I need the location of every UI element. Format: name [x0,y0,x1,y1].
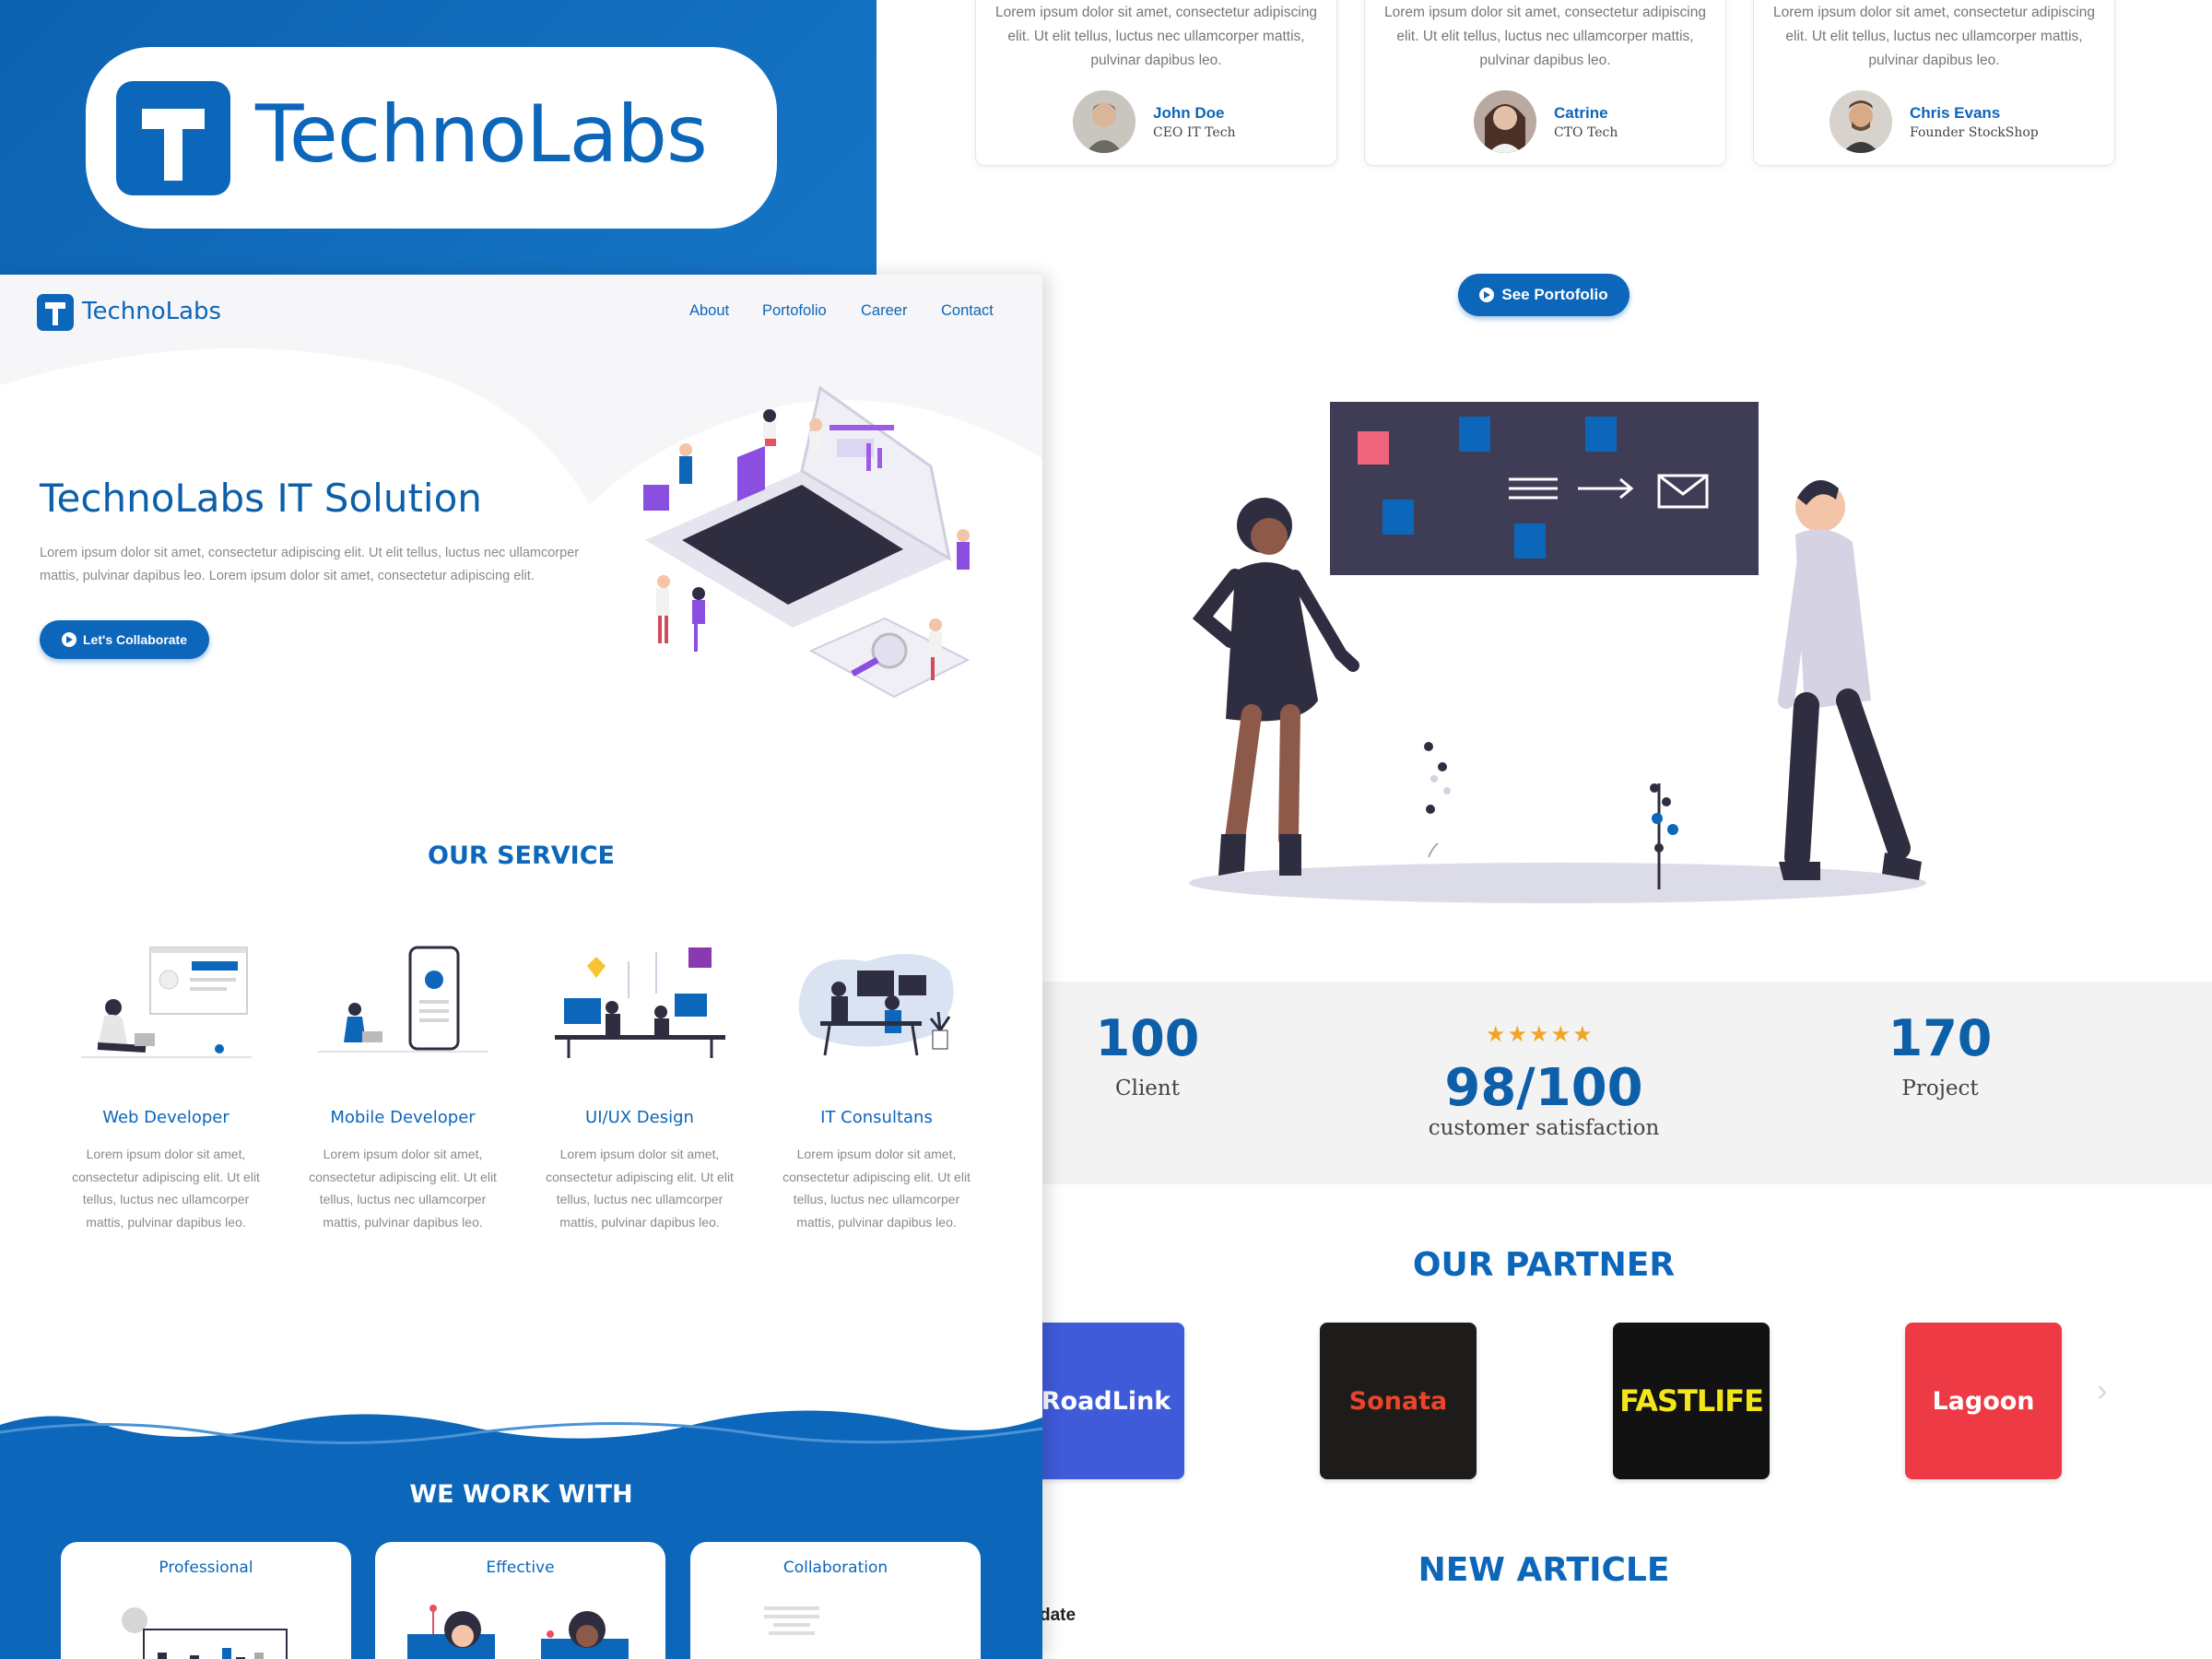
testimonial-role: CTO Tech [1554,125,1618,140]
client-label: Client [1115,1077,1180,1100]
nav-career[interactable]: Career [861,302,907,320]
star-icon: ★ [1486,1022,1508,1047]
testimonial-card: Lorem ipsum dolor sit amet, consectetur … [1753,0,2115,166]
project-count: 170 [1888,1009,1993,1067]
testimonial-quote: Lorem ipsum dolor sit amet, consectetur … [1384,5,1706,68]
brand-name: TechnoLabs [255,88,708,181]
collaboration-illustration [764,1606,819,1635]
see-portfolio-button[interactable]: See Portofolio [1458,274,1630,316]
effective-illustration [407,1605,629,1659]
it-consultans-illustration [798,954,954,1056]
logo-icon[interactable] [37,294,74,331]
testimonial-name: John Doe [1153,104,1225,122]
work-card-title: Professional [159,1559,253,1577]
service-desc-uiux: Lorem ipsum dolor sit amet, consectetur … [546,1147,734,1230]
client-count: 100 [1095,1009,1200,1067]
site-logo-text[interactable]: TechnoLabs [82,298,221,325]
brand-banner: TechnoLabs [0,0,877,276]
partner-logo-lagoon[interactable]: Lagoon [1905,1323,2062,1479]
nav-about[interactable]: About [689,302,729,320]
chevron-right-icon[interactable]: › [2097,1373,2107,1409]
service-desc-mobile: Lorem ipsum dolor sit amet, consectetur … [309,1147,497,1230]
partner-name: RoadLink [1041,1386,1171,1416]
testimonial-quote: Lorem ipsum dolor sit amet, consectetur … [995,5,1317,68]
project-label: Project [1901,1077,1979,1100]
star-icon: ★ [1529,1022,1551,1047]
article-section-title: NEW ARTICLE [1418,1551,1670,1589]
partner-logo-roadlink[interactable]: RoadLink [1028,1323,1184,1479]
collaborate-button[interactable]: Let's Collaborate [40,620,209,659]
hero-description: Lorem ipsum dolor sit amet, consectetur … [40,546,580,583]
logo-icon [116,81,230,195]
satisfaction-label: customer satisfaction [1428,1116,1660,1140]
work-card-collaboration: Collaboration [690,1542,981,1659]
avatar [1073,90,1135,153]
work-card-effective: Effective [375,1542,665,1659]
work-card-title: Collaboration [782,1559,888,1577]
partner-name: FASTLIFE [1619,1383,1764,1418]
service-name-mobile: Mobile Developer [330,1108,476,1127]
partner-logo-fastlife[interactable]: FASTLIFE [1613,1323,1770,1479]
testimonial-card: Lorem ipsum dolor sit amet, consectetur … [1364,0,1726,166]
arrow-circle-icon [1479,288,1495,302]
uiux-design-illustration [555,947,725,1058]
avatar [1830,90,1892,153]
presentation-illustration [1189,402,1926,903]
avatar [1474,90,1536,153]
service-desc-web: Lorem ipsum dolor sit amet, consectetur … [72,1147,260,1230]
nav-contact[interactable]: Contact [941,302,994,320]
testimonial-role: CEO IT Tech [1153,125,1236,140]
partner-name: Sonata [1348,1386,1448,1416]
testimonial-card: Lorem ipsum dolor sit amet, consectetur … [975,0,1337,166]
arrow-circle-icon [61,632,76,647]
see-portfolio-label: See Portofolio [1501,286,1608,303]
testimonial-name: Chris Evans [1910,104,2001,122]
professional-illustration [122,1607,288,1659]
partner-logo-sonata[interactable]: Sonata [1320,1323,1477,1479]
composite-preview: Lorem ipsum dolor sit amet, consectetur … [0,0,2212,1659]
service-name-consultans: IT Consultans [820,1108,933,1127]
article-date-label: date [1040,1606,1077,1625]
mobile-developer-illustration [318,946,488,1053]
testimonial-name: Catrine [1554,104,1608,122]
work-with-section-title: WE WORK WITH [409,1480,633,1509]
testimonial-quote: Lorem ipsum dolor sit amet, consectetur … [1773,5,2095,68]
hero-title: TechnoLabs IT Solution [40,476,482,521]
partner-section-title: OUR PARTNER [1412,1246,1676,1284]
star-icon: ★ [1507,1022,1530,1047]
laptop-illustration [643,385,971,699]
star-icon: ★ [1572,1022,1594,1047]
partner-name: Lagoon [1932,1386,2035,1416]
rating-stars: ★★★★★ [1486,1021,1594,1048]
testimonial-role: Founder StockShop [1910,125,2039,140]
web-developer-illustration [81,947,252,1058]
satisfaction-score: 98/100 [1444,1058,1643,1118]
service-desc-consultans: Lorem ipsum dolor sit amet, consectetur … [782,1147,971,1230]
service-section-title: OUR SERVICE [428,841,615,870]
website-preview: TechnoLabs About Portofolio Career Conta… [0,275,1042,1659]
work-card-professional: Professional [61,1542,351,1659]
work-card-title: Effective [486,1559,555,1577]
star-icon: ★ [1550,1022,1573,1047]
service-name-web: Web Developer [102,1108,229,1127]
nav-portfolio[interactable]: Portofolio [762,302,827,320]
collaborate-label: Let's Collaborate [82,632,188,647]
service-name-uiux: UI/UX Design [585,1108,694,1127]
